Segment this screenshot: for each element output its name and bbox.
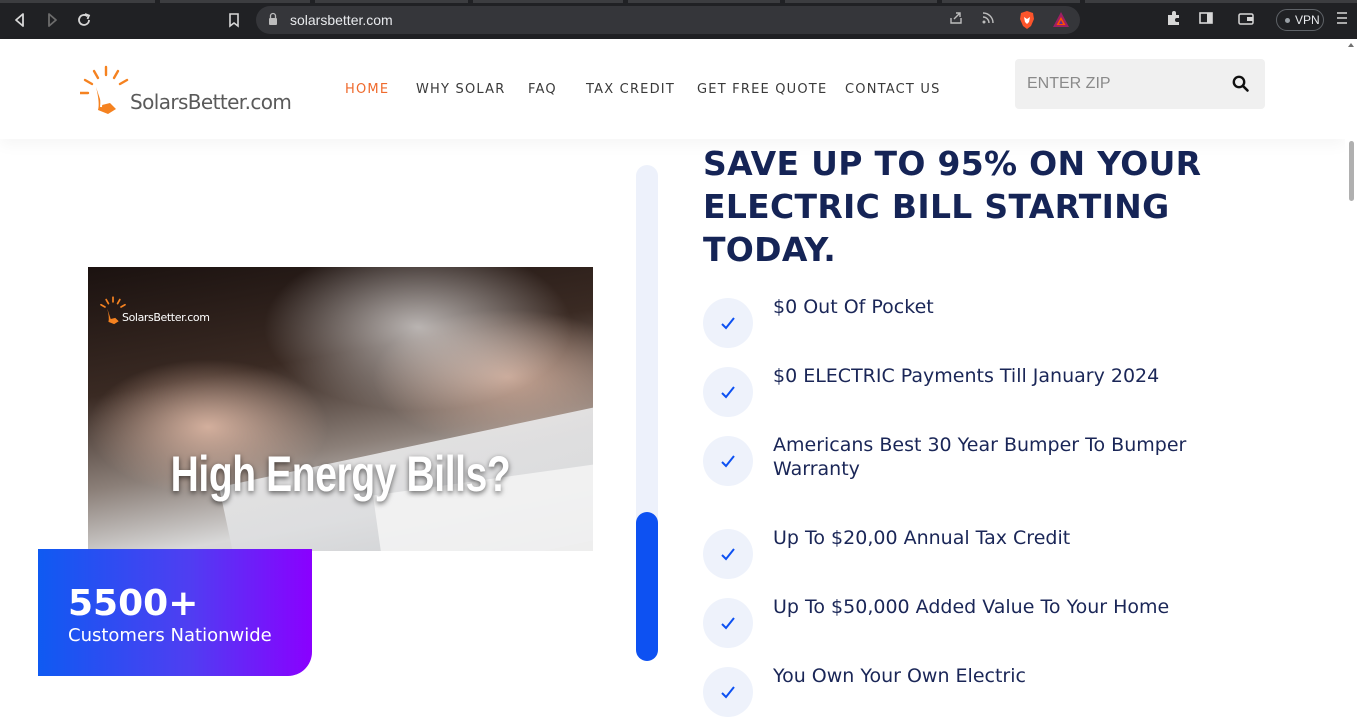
nav-get-free-quote[interactable]: GET FREE QUOTE (697, 82, 827, 97)
share-icon[interactable] (946, 10, 966, 30)
bookmark-icon[interactable] (223, 9, 245, 31)
vertical-progress-track (636, 165, 658, 661)
address-bar[interactable]: solarsbetter.com (256, 6, 1080, 34)
benefit-text: $0 Out Of Pocket (773, 296, 934, 318)
customers-stat-card: 5500+ Customers Nationwide (38, 549, 312, 676)
benefit-text: Up To $20,00 Annual Tax Credit (773, 527, 1071, 549)
site-logo[interactable]: SolarsBetter.com (80, 63, 292, 119)
image-headline: High Energy Bills? (170, 446, 511, 502)
benefit-text: You Own Your Own Electric (773, 665, 1026, 687)
check-icon (703, 667, 753, 717)
benefit-text: $0 ELECTRIC Payments Till January 2024 (773, 365, 1160, 387)
check-icon (703, 598, 753, 648)
zip-search (1015, 59, 1265, 109)
sun-logo-icon (80, 65, 129, 114)
zip-input[interactable] (1015, 59, 1225, 109)
url-text[interactable]: solarsbetter.com (290, 12, 393, 28)
browser-toolbar: solarsbetter.com VPN (0, 0, 1357, 39)
scroll-up-arrow-icon[interactable] (1348, 43, 1354, 47)
vpn-button[interactable]: VPN (1276, 9, 1324, 31)
search-icon[interactable] (1231, 74, 1251, 94)
check-icon (703, 298, 753, 348)
reload-icon[interactable] (73, 9, 95, 31)
nav-contact-us[interactable]: CONTACT US (845, 82, 941, 97)
image-watermark-logo: SolarsBetter.com (96, 295, 226, 325)
lock-icon (269, 12, 277, 25)
site-header: SolarsBetter.com HOME WHY SOLAR FAQ TAX … (0, 39, 1345, 139)
hero-image: SolarsBetter.com High Energy Bills? (88, 267, 593, 551)
page-scrollbar[interactable] (1345, 39, 1357, 697)
check-icon (703, 367, 753, 417)
logo-text: SolarsBetter.com (130, 90, 292, 114)
nav-faq[interactable]: FAQ (528, 82, 557, 97)
extensions-icon[interactable] (1163, 9, 1185, 31)
scrollbar-thumb[interactable] (1349, 141, 1354, 201)
benefit-text: Americans Best 30 Year Bumper To Bumper … (773, 434, 1187, 480)
nav-why-solar[interactable]: WHY SOLAR (416, 82, 505, 97)
nav-home[interactable]: HOME (345, 82, 389, 97)
back-icon[interactable] (9, 9, 31, 31)
forward-icon[interactable] (41, 9, 63, 31)
hero-title: SAVE UP TO 95% ON YOUR ELECTRIC BILL STA… (703, 144, 1202, 269)
check-icon (703, 436, 753, 486)
menu-icon[interactable] (1331, 9, 1353, 31)
stat-number: 5500+ (68, 583, 199, 624)
vertical-progress-fill (636, 512, 658, 661)
wallet-icon[interactable] (1235, 9, 1257, 31)
tab-strip (0, 0, 1357, 3)
sidebar-icon[interactable] (1195, 9, 1217, 31)
benefit-text: Up To $50,000 Added Value To Your Home (773, 596, 1170, 618)
rss-icon[interactable] (978, 10, 998, 30)
nav-tax-credit[interactable]: TAX CREDIT (586, 82, 675, 97)
check-icon (703, 529, 753, 579)
image-logo-text: SolarsBetter.com (122, 311, 210, 324)
stat-label: Customers Nationwide (68, 625, 272, 646)
brave-rewards-icon[interactable] (1052, 11, 1070, 29)
brave-shields-icon[interactable] (1018, 10, 1036, 30)
